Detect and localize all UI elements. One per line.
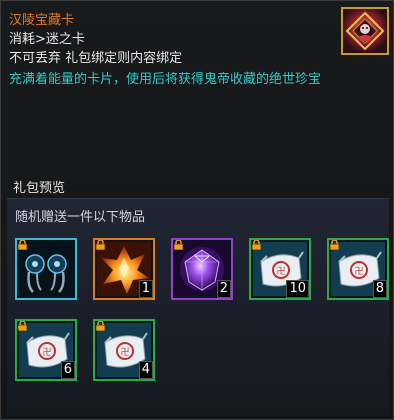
svg-text:卍: 卍 bbox=[276, 266, 285, 277]
item-type: 消耗>迷之卡 bbox=[9, 32, 85, 47]
reward-count: 10 bbox=[286, 280, 309, 298]
twin-claws-icon bbox=[19, 242, 73, 296]
lock-icon bbox=[251, 240, 262, 250]
reward-slot-4[interactable]: 卍 10 bbox=[249, 238, 311, 300]
svg-text:卍: 卍 bbox=[42, 347, 51, 358]
svg-text:卍: 卍 bbox=[120, 347, 129, 358]
svg-text:卍: 卍 bbox=[354, 266, 363, 277]
reward-subtitle: 随机赠送一件以下物品 bbox=[15, 210, 146, 225]
reward-slot-3[interactable]: 2 bbox=[171, 238, 233, 300]
gift-preview-label: 礼包预览 bbox=[13, 181, 66, 196]
item-tooltip: 汉陵宝藏卡 消耗>迷之卡 不可丢弃 礼包绑定则内容绑定 充满着能量的卡片，使用后… bbox=[0, 0, 394, 420]
lock-icon bbox=[17, 321, 28, 331]
reward-slot-5[interactable]: 卍 8 bbox=[327, 238, 389, 300]
lock-icon bbox=[95, 321, 106, 331]
reward-panel: 随机赠送一件以下物品 1 2 卍 10 卍 8 卍 6 卍 4 bbox=[7, 198, 389, 416]
reward-count: 4 bbox=[138, 361, 153, 379]
item-description: 充满着能量的卡片，使用后将获得鬼帝收藏的绝世珍宝 bbox=[9, 72, 322, 87]
reward-slot-7[interactable]: 卍 4 bbox=[93, 319, 155, 381]
item-name: 汉陵宝藏卡 bbox=[9, 13, 75, 28]
reward-slot-2[interactable]: 1 bbox=[93, 238, 155, 300]
lock-icon bbox=[173, 240, 184, 250]
reward-count: 6 bbox=[60, 361, 75, 379]
reward-slot-1[interactable] bbox=[15, 238, 77, 300]
reward-count: 1 bbox=[138, 280, 153, 298]
reward-slot-6[interactable]: 卍 6 bbox=[15, 319, 77, 381]
item-binding: 不可丢弃 礼包绑定则内容绑定 bbox=[9, 51, 183, 66]
treasure-card-icon bbox=[341, 7, 389, 55]
reward-count: 2 bbox=[216, 280, 231, 298]
reward-count: 8 bbox=[372, 280, 387, 298]
lock-icon bbox=[329, 240, 340, 250]
lock-icon bbox=[17, 240, 28, 250]
lock-icon bbox=[95, 240, 106, 250]
